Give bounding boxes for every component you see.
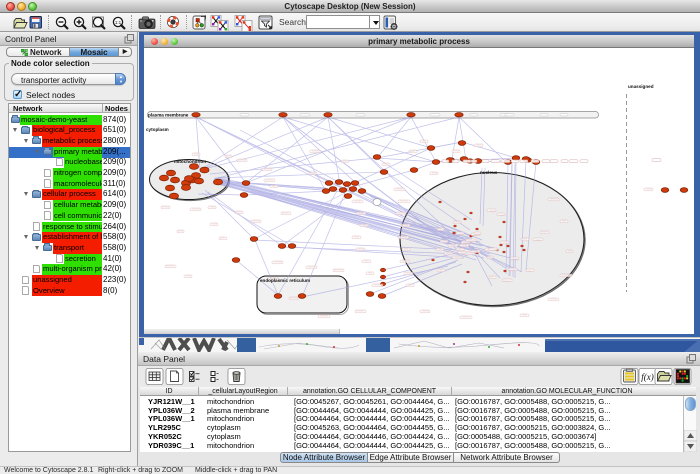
svg-text:mitochondrion: mitochondrion bbox=[174, 159, 206, 164]
svg-text:nucleus: nucleus bbox=[480, 170, 498, 175]
svg-text:cytoplasm: cytoplasm bbox=[146, 127, 169, 132]
svg-text:unassigned: unassigned bbox=[628, 84, 654, 89]
svg-text:f(x): f(x) bbox=[641, 372, 654, 382]
svg-text:endoplasmic reticulum: endoplasmic reticulum bbox=[260, 278, 310, 283]
svg-text:1:1: 1:1 bbox=[115, 20, 122, 25]
svg-text:plasma membrane: plasma membrane bbox=[148, 113, 189, 118]
